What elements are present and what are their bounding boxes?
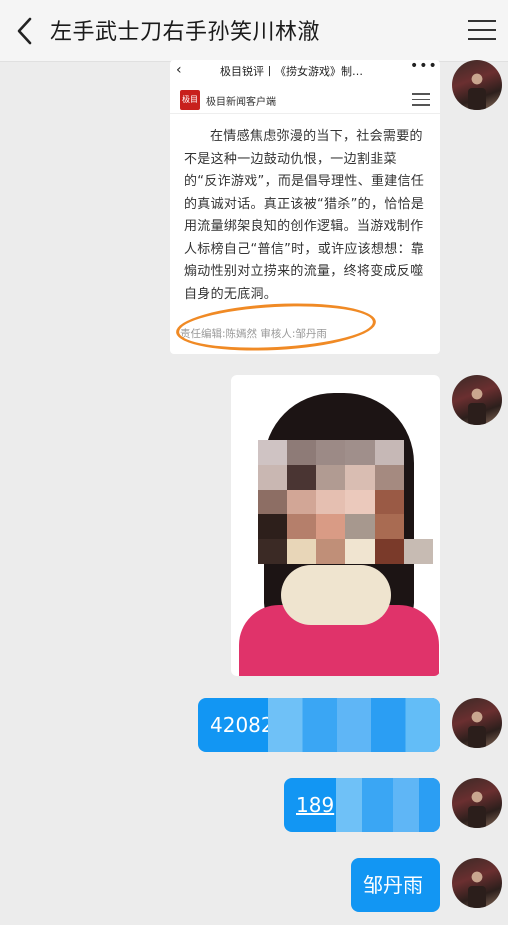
hamburger-menu-icon: [468, 20, 496, 22]
highlight-circle: [174, 298, 378, 354]
text-message-bubble[interactable]: 42082: [198, 698, 440, 752]
article-title: 极目锐评丨《捞女游戏》制…: [220, 65, 363, 78]
chat-title: 左手武士刀右手孙笑川林澈: [50, 20, 321, 45]
message-text: 邹丹雨: [363, 873, 423, 897]
article-top-bar: ‹ 极目锐评丨《捞女游戏》制… •••: [170, 60, 440, 82]
back-button[interactable]: [10, 14, 42, 48]
chevron-left-icon: ‹: [176, 62, 182, 78]
text-message-bubble[interactable]: 邹丹雨: [351, 858, 440, 912]
article-screenshot-message[interactable]: ‹ 极目锐评丨《捞女游戏》制… ••• 极目 极目新闻客户端 在情感焦虑弥漫的当…: [170, 60, 440, 354]
hamburger-menu-icon: [412, 93, 430, 110]
avatar[interactable]: [452, 858, 502, 908]
redaction-mosaic: [268, 698, 440, 752]
article-body: 在情感焦虑弥漫的当下，社会需要的不是这种一边鼓动仇恨，一边割韭菜的“反诈游戏”，…: [184, 129, 425, 302]
avatar[interactable]: [452, 60, 502, 110]
message-text[interactable]: 189: [296, 793, 334, 817]
text-message-bubble[interactable]: 189: [284, 778, 440, 832]
message-text: 42082: [210, 713, 274, 737]
chevron-left-icon: [17, 17, 32, 45]
avatar[interactable]: [452, 375, 502, 425]
pixelated-face: [258, 440, 433, 564]
avatar[interactable]: [452, 698, 502, 748]
redaction-mosaic: [336, 778, 440, 832]
chat-header: 左手武士刀右手孙笑川林澈: [0, 0, 508, 62]
more-dots-icon: •••: [410, 60, 438, 74]
source-logo: 极目: [180, 90, 200, 110]
avatar[interactable]: [452, 778, 502, 828]
source-name: 极目新闻客户端: [206, 97, 276, 108]
photo-message[interactable]: [231, 375, 440, 676]
article-source-bar: 极目 极目新闻客户端: [170, 84, 440, 114]
chat-menu-button[interactable]: [468, 20, 496, 44]
